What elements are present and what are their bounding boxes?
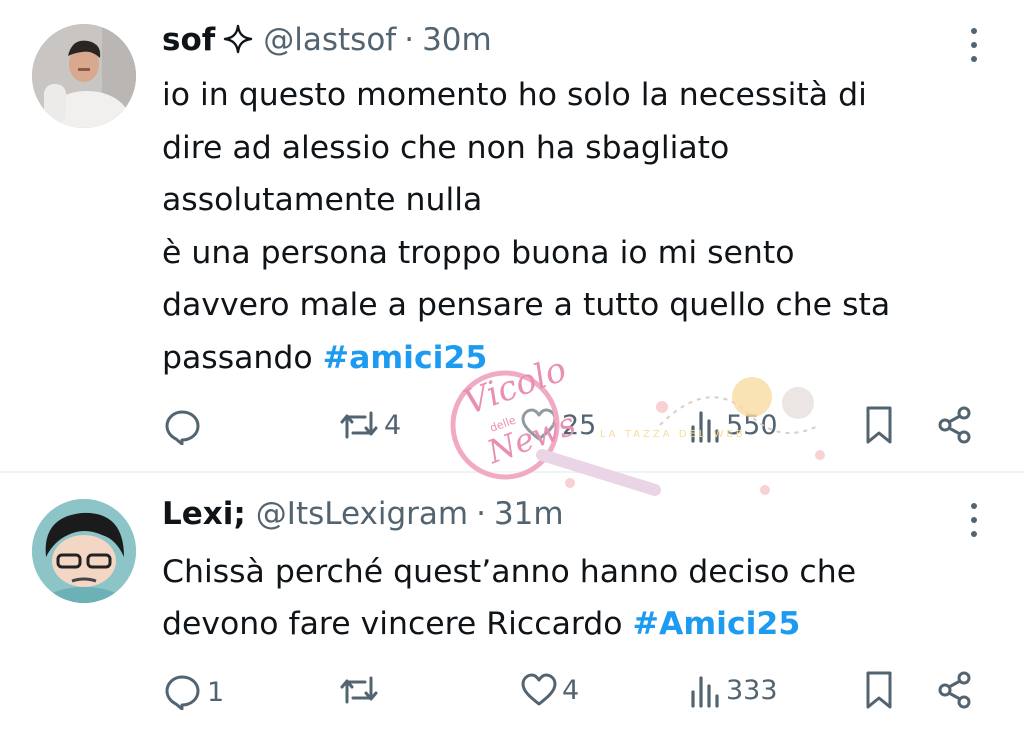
hashtag-link[interactable]: #Amici25	[633, 606, 801, 642]
bookmark-button[interactable]	[863, 405, 895, 445]
like-count: 25	[562, 409, 597, 441]
avatar[interactable]	[32, 24, 136, 128]
bookmark-button[interactable]	[863, 670, 895, 710]
views-icon	[688, 407, 722, 443]
tweet-text: Chissà perché quest’anno hanno deciso ch…	[162, 546, 992, 650]
user-handle[interactable]: @lastsof	[263, 22, 396, 58]
timestamp[interactable]: 31m	[494, 496, 564, 532]
heart-icon	[520, 407, 558, 443]
share-icon	[936, 405, 974, 445]
separator-dot: ·	[476, 496, 486, 532]
display-name[interactable]: Lexi;	[162, 496, 246, 532]
tweet-header: sof @lastsof · 30m	[162, 20, 492, 60]
reply-icon	[163, 674, 203, 710]
more-options-icon[interactable]	[970, 503, 978, 537]
tweet-text-line: io in questo momento ho solo la necessit…	[162, 77, 867, 113]
tweet-text-line: Chissà perché quest’anno hanno deciso ch…	[162, 554, 857, 590]
bookmark-icon	[863, 405, 895, 445]
like-button[interactable]: 4	[520, 672, 579, 708]
views-button[interactable]: 550	[688, 407, 778, 443]
share-icon	[936, 670, 974, 710]
tweet-actions: 1 4 333	[0, 670, 1024, 714]
avatar[interactable]	[32, 499, 136, 603]
reply-icon	[163, 409, 203, 445]
share-button[interactable]	[936, 670, 974, 710]
tweet-text-line: davvero male a pensare a tutto quello ch…	[162, 287, 891, 323]
display-name[interactable]: sof	[162, 22, 215, 58]
tweet-text-line: dire ad alessio che non ha sbagliato	[162, 129, 730, 166]
tweet-card[interactable]: sof @lastsof · 30m io in questo momento …	[0, 0, 1024, 472]
tweet-text-line-last: passando #amici25	[162, 332, 992, 385]
share-button[interactable]	[936, 405, 974, 445]
tweet-text-line-last: devono fare vincere Riccardo #Amici25	[162, 598, 992, 650]
tweet-card[interactable]: Lexi; @ItsLexigram · 31m Chissà perché q…	[0, 473, 1024, 737]
reply-count: 1	[207, 676, 225, 708]
like-button[interactable]: 25	[520, 407, 596, 443]
tweet-text-line: è una persona troppo buona io mi sento	[162, 234, 795, 271]
tweet-text-line: devono fare vincere Riccardo	[162, 606, 633, 642]
like-count: 4	[562, 674, 580, 706]
reply-button[interactable]: 1	[163, 674, 224, 710]
views-count: 550	[726, 409, 778, 441]
reply-button[interactable]	[163, 409, 207, 445]
more-options-icon[interactable]	[970, 28, 978, 62]
views-icon	[688, 672, 722, 708]
bookmark-icon	[863, 670, 895, 710]
repost-icon	[338, 672, 380, 708]
timestamp[interactable]: 30m	[422, 22, 492, 58]
views-button[interactable]: 333	[688, 672, 778, 708]
repost-button[interactable]: 4	[338, 407, 401, 443]
verified-sparkle-icon	[223, 24, 253, 54]
tweet-text-line: assolutamente nulla	[162, 182, 483, 218]
tweet-header: Lexi; @ItsLexigram · 31m	[162, 496, 564, 536]
views-count: 333	[726, 674, 778, 706]
tweet-text: io in questo momento ho solo la necessit…	[162, 69, 992, 384]
repost-icon	[338, 407, 380, 443]
repost-count: 4	[384, 409, 402, 441]
user-handle[interactable]: @ItsLexigram	[256, 496, 468, 532]
separator-dot: ·	[404, 22, 415, 58]
repost-button[interactable]	[338, 672, 384, 708]
tweet-actions: 4 25 550	[0, 403, 1024, 447]
hashtag-link[interactable]: #amici25	[323, 340, 488, 376]
heart-icon	[520, 672, 558, 708]
tweet-text-line: passando	[162, 339, 323, 376]
